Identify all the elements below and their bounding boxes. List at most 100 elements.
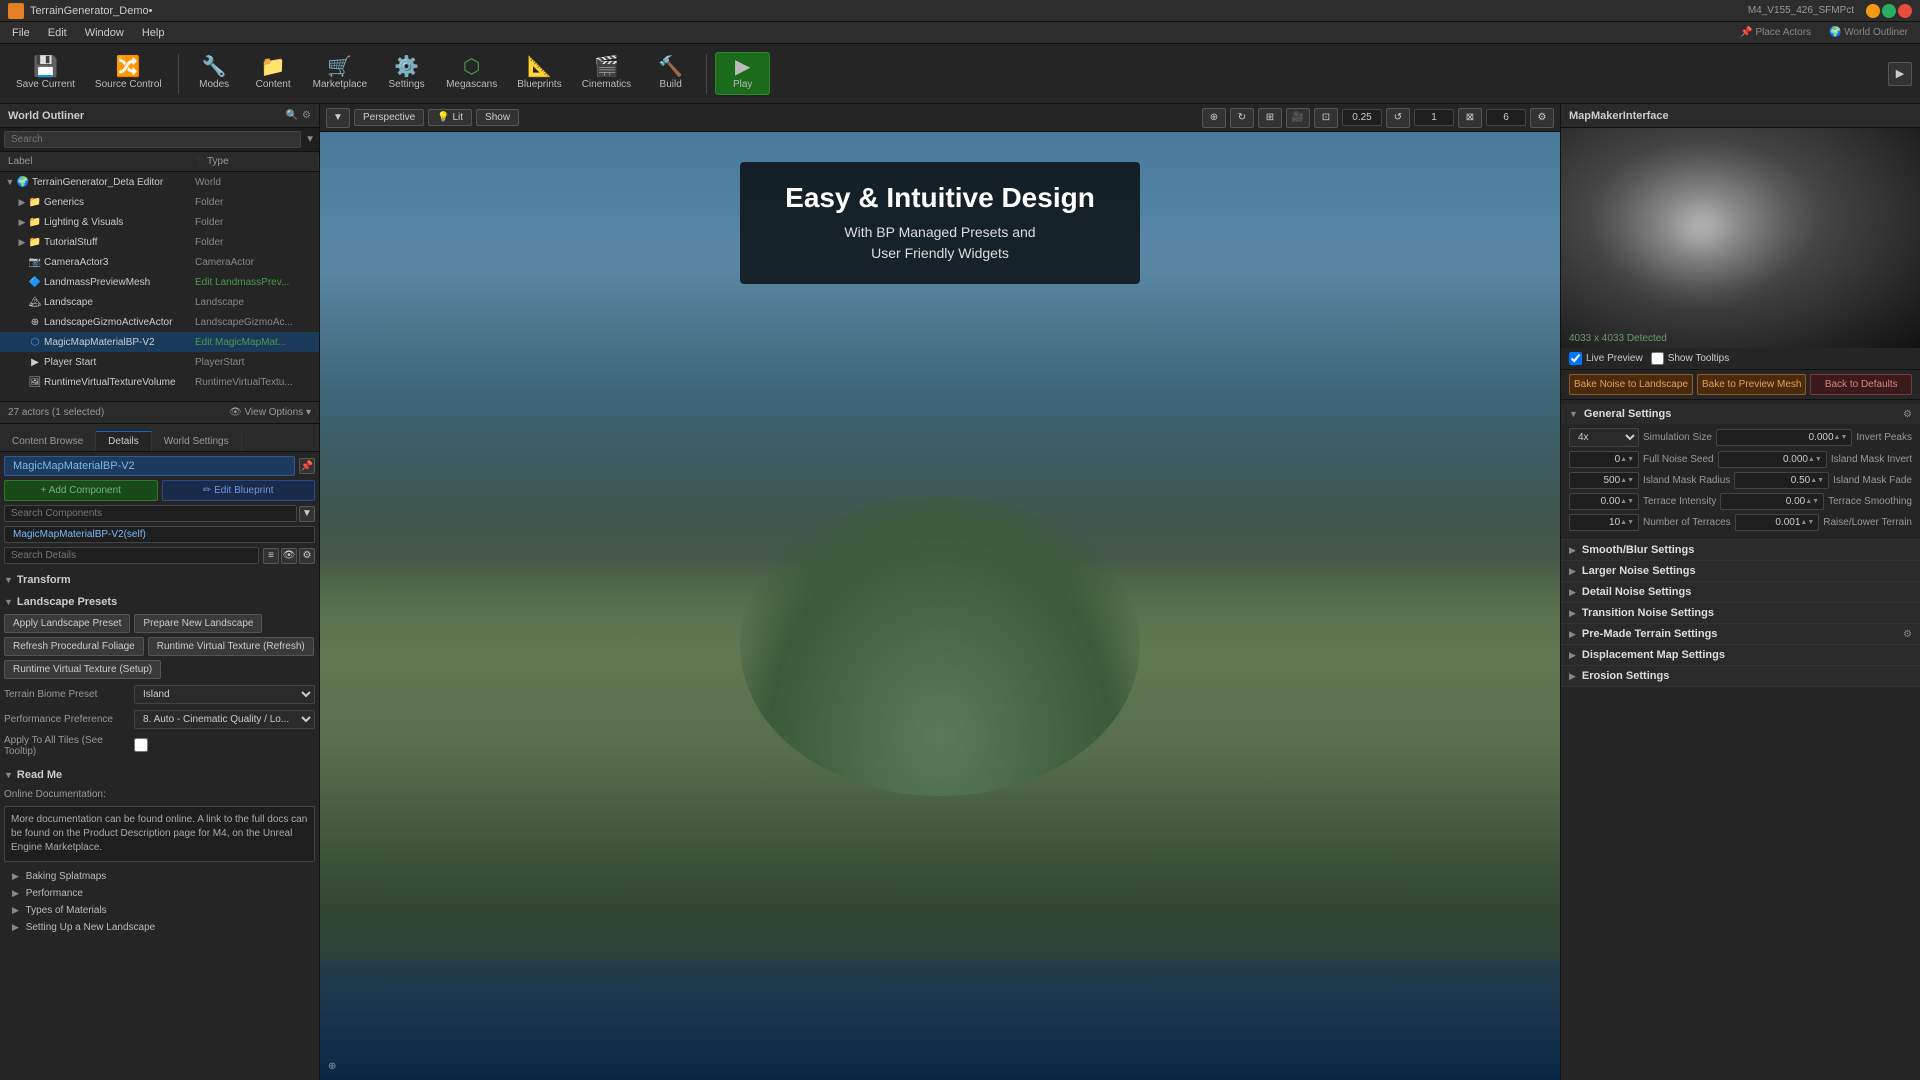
megascans-button[interactable]: ⬡ Megascans: [438, 53, 505, 94]
bake-noise-button[interactable]: Bake Noise to Landscape: [1569, 374, 1693, 395]
camera-speed-button[interactable]: 🎥: [1286, 108, 1310, 128]
show-tooltips-checkbox[interactable]: [1651, 352, 1664, 365]
cinematics-button[interactable]: 🎬 Cinematics: [574, 53, 639, 94]
raise-lower-val[interactable]: 0.001 ▲▼: [1735, 514, 1820, 531]
wo-item[interactable]: ▶ 📁 Generics Folder: [0, 192, 319, 212]
search-details-input[interactable]: [4, 547, 259, 564]
live-preview-checkbox[interactable]: [1569, 352, 1582, 365]
content-button[interactable]: 📁 Content: [246, 53, 301, 94]
play-button[interactable]: ▶ Play: [715, 52, 770, 95]
back-to-defaults-button[interactable]: Back to Defaults: [1810, 374, 1912, 395]
wo-options-icon[interactable]: ⚙: [302, 110, 311, 121]
grid-view-button[interactable]: ≡: [263, 548, 279, 564]
wo-item[interactable]: ▶ ▶ Player Start PlayerStart: [0, 352, 319, 372]
view-options-button[interactable]: 👁 View Options ▾: [229, 407, 311, 418]
menu-window[interactable]: Window: [77, 25, 132, 41]
marketplace-button[interactable]: 🛒 Marketplace: [305, 53, 375, 94]
perspective-button[interactable]: Perspective: [354, 109, 424, 126]
source-control-button[interactable]: 🔀 Source Control: [87, 53, 170, 94]
search-components-input[interactable]: [4, 505, 297, 522]
performance-item[interactable]: ▶ Performance: [4, 885, 315, 902]
runtime-vt-refresh-button[interactable]: Runtime Virtual Texture (Refresh): [148, 637, 314, 656]
minimize-button[interactable]: [1866, 4, 1880, 18]
add-component-button[interactable]: + Add Component: [4, 480, 158, 501]
settings-detail-button[interactable]: ⚙: [299, 548, 315, 564]
wo-search-icon[interactable]: 🔍: [286, 110, 298, 121]
wo-item[interactable]: ▶ 🖼 RuntimeVirtualTextureVolume RuntimeV…: [0, 372, 319, 392]
rotation-snap-button[interactable]: ↺: [1386, 108, 1410, 128]
terrain-biome-select[interactable]: Island Desert Arctic: [134, 685, 315, 704]
erosion-header[interactable]: ▶ Erosion Settings: [1561, 666, 1920, 686]
island-mask-seed-value[interactable]: 0 ▲▼: [1569, 451, 1639, 468]
apply-all-tiles-checkbox[interactable]: [134, 738, 148, 752]
viewport-toggle[interactable]: ▼: [326, 108, 350, 128]
edit-blueprint-button[interactable]: ✏ Edit Blueprint: [162, 480, 316, 501]
runtime-vt-setup-button[interactable]: Runtime Virtual Texture (Setup): [4, 660, 161, 679]
settings-button[interactable]: ⚙️ Settings: [379, 53, 434, 94]
wo-item[interactable]: ▶ 🏔 Landscape Landscape: [0, 292, 319, 312]
wo-item[interactable]: ▶ 📷 CameraActor3 CameraActor: [0, 252, 319, 272]
smooth-blur-header[interactable]: ▶ Smooth/Blur Settings: [1561, 540, 1920, 560]
prepare-new-landscape-button[interactable]: Prepare New Landscape: [134, 614, 262, 633]
scale-button[interactable]: ⊞: [1258, 108, 1282, 128]
search-options-button[interactable]: ▼: [299, 506, 315, 522]
larger-noise-header[interactable]: ▶ Larger Noise Settings: [1561, 561, 1920, 581]
grid-size-value[interactable]: 0.25: [1342, 109, 1382, 126]
apply-landscape-preset-button[interactable]: Apply Landscape Preset: [4, 614, 130, 633]
maximize-button[interactable]: [1882, 4, 1896, 18]
tab-details[interactable]: Details: [96, 431, 152, 451]
expand-icon[interactable]: ▶: [16, 196, 28, 208]
scale-snap-value[interactable]: 6: [1486, 109, 1526, 126]
full-noise-seed-num[interactable]: 0.000 ▲▼: [1718, 451, 1827, 468]
refresh-procedural-foliage-button[interactable]: Refresh Procedural Foliage: [4, 637, 144, 656]
premade-terrain-header[interactable]: ▶ Pre-Made Terrain Settings ⚙: [1561, 624, 1920, 644]
island-mask-fade-value[interactable]: 0.50 ▲▼: [1734, 472, 1829, 489]
expand-icon[interactable]: ▼: [4, 176, 16, 188]
gs-gear-icon[interactable]: ⚙: [1903, 409, 1912, 420]
grid-snap-button[interactable]: ⊡: [1314, 108, 1338, 128]
performance-pref-select[interactable]: 8. Auto - Cinematic Quality / Lo...: [134, 710, 315, 729]
eye-button[interactable]: 👁: [281, 548, 297, 564]
menu-edit[interactable]: Edit: [40, 25, 75, 41]
menu-help[interactable]: Help: [134, 25, 173, 41]
wo-item[interactable]: ▼ 🌍 TerrainGenerator_Deta Editor World: [0, 172, 319, 192]
types-materials-item[interactable]: ▶ Types of Materials: [4, 902, 315, 919]
blueprints-button[interactable]: 📐 Blueprints: [509, 53, 569, 94]
num-terraces-val[interactable]: 10 ▲▼: [1569, 514, 1639, 531]
wo-filter-icon[interactable]: ▼: [305, 134, 315, 145]
island-mask-radius-value[interactable]: 500 ▲▼: [1569, 472, 1639, 489]
wo-item[interactable]: ▶ ⊕ LandscapeGizmoActiveActor LandscapeG…: [0, 312, 319, 332]
build-button[interactable]: 🔨 Build: [643, 53, 698, 94]
simulation-size-select[interactable]: 4x8x2x: [1569, 428, 1639, 447]
wo-search-input[interactable]: [4, 131, 301, 148]
baking-splatmaps-item[interactable]: ▶ Baking Splatmaps: [4, 868, 315, 885]
menu-file[interactable]: File: [4, 25, 38, 41]
displacement-map-header[interactable]: ▶ Displacement Map Settings: [1561, 645, 1920, 665]
close-button[interactable]: [1898, 4, 1912, 18]
lit-button[interactable]: 💡 Lit: [428, 109, 472, 126]
collapse-toolbar-button[interactable]: ▶: [1888, 62, 1912, 86]
camera-options-button[interactable]: ⚙: [1530, 108, 1554, 128]
general-settings-header[interactable]: ▼ General Settings ⚙: [1561, 404, 1920, 424]
wo-item-selected[interactable]: ▶ ⬡ MagicMapMaterialBP-V2 Edit MagicMapM…: [0, 332, 319, 352]
wo-item[interactable]: ▶ 🔷 LandmassPreviewMesh Edit LandmassPre…: [0, 272, 319, 292]
viewport-content[interactable]: Easy & Intuitive Design With BP Managed …: [320, 132, 1560, 1080]
scale-snap-button[interactable]: ⊠: [1458, 108, 1482, 128]
tab-content-browse[interactable]: Content Browse: [0, 432, 96, 451]
expand-icon[interactable]: ▶: [16, 216, 28, 228]
landscape-presets-header[interactable]: ▼ Landscape Presets: [4, 592, 315, 612]
rotate-button[interactable]: ↻: [1230, 108, 1254, 128]
terrace-intensity-val[interactable]: 0.00 ▲▼: [1569, 493, 1639, 510]
terrace-smoothing-val[interactable]: 0.00 ▲▼: [1720, 493, 1824, 510]
show-button[interactable]: Show: [476, 109, 519, 126]
bp-pin-button[interactable]: 📌: [299, 458, 315, 474]
expand-icon[interactable]: ▶: [16, 236, 28, 248]
save-current-button[interactable]: 💾 Save Current: [8, 53, 83, 94]
full-noise-seed-value[interactable]: 0.000 ▲▼: [1716, 429, 1852, 446]
setup-landscape-item[interactable]: ▶ Setting Up a New Landscape: [4, 919, 315, 936]
wo-item[interactable]: ▶ 📁 Lighting & Visuals Folder: [0, 212, 319, 232]
detail-noise-header[interactable]: ▶ Detail Noise Settings: [1561, 582, 1920, 602]
bake-preview-button[interactable]: Bake to Preview Mesh: [1697, 374, 1807, 395]
read-me-header[interactable]: ▼ Read Me: [4, 765, 315, 785]
transform-section[interactable]: ▼ Transform: [4, 570, 315, 590]
